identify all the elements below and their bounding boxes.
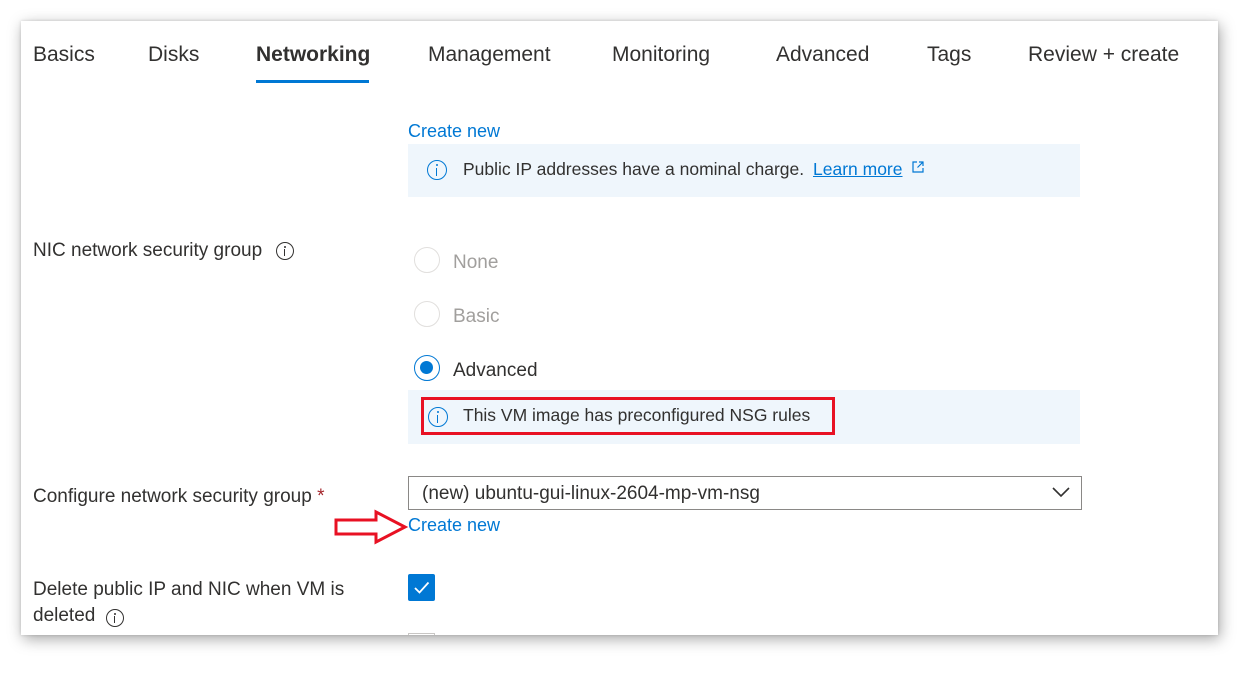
configure-nsg-dropdown[interactable]: (new) ubuntu-gui-linux-2604-mp-vm-nsg <box>408 476 1082 510</box>
next-checkbox-partial[interactable] <box>408 633 435 635</box>
radio-basic[interactable] <box>414 301 440 327</box>
nic-nsg-info-icon[interactable] <box>276 242 294 260</box>
radio-advanced[interactable] <box>414 355 440 381</box>
active-tab-indicator <box>256 80 369 83</box>
public-ip-info-bar: Public IP addresses have a nominal charg… <box>408 144 1080 197</box>
tab-bar: Basics Disks Networking Management Monit… <box>21 21 1218 91</box>
tab-advanced[interactable]: Advanced <box>776 43 869 67</box>
delete-option-label-line2: deleted <box>33 605 96 626</box>
radio-none-label: None <box>453 252 499 273</box>
checkmark-icon <box>414 581 430 594</box>
tab-management[interactable]: Management <box>428 43 551 67</box>
nsg-create-new-link[interactable]: Create new <box>408 515 500 536</box>
learn-more-link[interactable]: Learn more <box>813 159 903 180</box>
tab-tags[interactable]: Tags <box>927 43 971 67</box>
external-link-icon <box>912 161 924 173</box>
tab-disks[interactable]: Disks <box>148 43 199 67</box>
chevron-down-icon <box>1052 487 1070 498</box>
tab-review-create[interactable]: Review + create <box>1028 43 1179 67</box>
delete-option-label-line1: Delete public IP and NIC when VM is <box>33 579 345 600</box>
radio-basic-label: Basic <box>453 306 500 327</box>
info-icon <box>427 160 447 180</box>
configure-nsg-label: Configure network security group * <box>33 486 325 508</box>
delete-option-checkbox[interactable] <box>408 574 435 601</box>
dropdown-selected-value: (new) ubuntu-gui-linux-2604-mp-vm-nsg <box>422 483 760 504</box>
annotation-arrow-icon <box>334 509 409 545</box>
annotation-highlight-box <box>421 397 835 435</box>
required-marker: * <box>317 486 325 507</box>
radio-advanced-label: Advanced <box>453 360 538 381</box>
public-ip-create-new-link[interactable]: Create new <box>408 121 500 142</box>
public-ip-info-text: Public IP addresses have a nominal charg… <box>463 159 805 179</box>
radio-none[interactable] <box>414 247 440 273</box>
configure-nsg-label-text: Configure network security group <box>33 486 312 507</box>
tab-basics[interactable]: Basics <box>33 43 95 67</box>
nic-nsg-label: NIC network security group <box>33 240 263 261</box>
tab-monitoring[interactable]: Monitoring <box>612 43 710 67</box>
tab-networking[interactable]: Networking <box>256 43 370 67</box>
delete-option-info-icon[interactable] <box>106 609 124 627</box>
networking-panel: Basics Disks Networking Management Monit… <box>21 21 1218 635</box>
